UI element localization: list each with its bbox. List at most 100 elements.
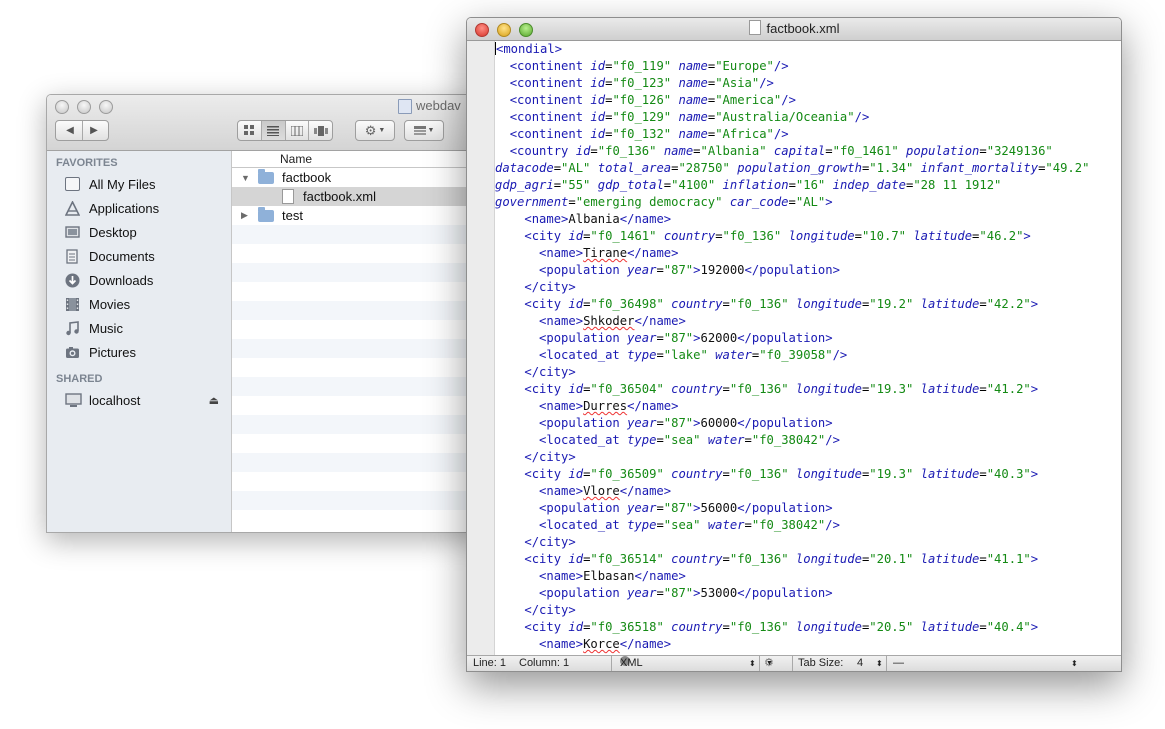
forward-button[interactable]: ▶ [83,121,106,140]
sidebar-item-all-my-files[interactable]: All My Files [47,172,231,196]
code-line[interactable]: government="emerging democracy" car_code… [495,194,1121,211]
code-line[interactable]: </city> [495,364,1121,381]
code-line[interactable]: <continent id="f0_132" name="Africa"/> [495,126,1121,143]
sidebar-item-pictures[interactable]: Pictures [47,340,231,364]
empty-row [232,225,483,244]
list-item-factbook-folder[interactable]: ▼ factbook [232,168,483,187]
zoom-icon[interactable] [99,100,113,114]
sidebar-item-label: All My Files [89,176,156,192]
action-menu-button[interactable]: ⚙ ▼ [355,120,395,141]
code-line[interactable]: <located_at type="sea" water="f0_38042"/… [495,517,1121,534]
empty-row [232,244,483,263]
code-line[interactable]: </city> [495,449,1121,466]
chevron-down-icon: ▼ [427,127,435,134]
code-line[interactable]: <continent id="f0_119" name="Europe"/> [495,58,1121,75]
code-line[interactable]: gdp_agri="55" gdp_total="4100" inflation… [495,177,1121,194]
empty-row [232,282,483,301]
sidebar-item-documents[interactable]: Documents [47,244,231,268]
icon-view-button[interactable] [238,121,262,140]
code-line[interactable]: <located_at type="sea" water="f0_38042"/… [495,432,1121,449]
code-line[interactable]: <mondial> [495,41,1121,58]
sidebar-item-localhost[interactable]: localhost ⏏ [47,388,231,412]
code-line[interactable]: <name>Shkoder</name> [495,313,1121,330]
favorites-header: FAVORITES [56,157,118,169]
code-line[interactable]: <population year="87">192000</population… [495,262,1121,279]
chevron-down-icon: ▼ [766,660,773,667]
tab-size-arrows-icon[interactable]: ⬍ [876,656,883,671]
coverflow-view-button[interactable] [309,121,332,140]
file-list-rows: ▼ factbook factbook.xml ▶ test [232,168,483,510]
code-line[interactable]: <name>Elbasan</name> [495,568,1121,585]
minimize-icon[interactable] [497,23,511,37]
code-line[interactable]: <name>Tirane</name> [495,245,1121,262]
function-menu[interactable]: — [893,656,904,671]
sidebar-item-desktop[interactable]: Desktop [47,220,231,244]
arrange-menu-button[interactable]: ▼ [404,120,444,141]
empty-row [232,377,483,396]
webdav-volume-icon [398,99,412,114]
code-line[interactable]: </city> [495,534,1121,551]
empty-row [232,358,483,377]
code-line[interactable]: <city id="f0_36518" country="f0_136" lon… [495,619,1121,636]
sidebar-item-label: Downloads [89,272,154,288]
column-view-button[interactable] [286,121,310,140]
line-gutter[interactable] [467,41,495,655]
eject-icon[interactable]: ⏏ [209,394,219,407]
syntax-menu-arrows-icon[interactable]: ⬍ [749,656,756,671]
code-line[interactable]: <city id="f0_36504" country="f0_136" lon… [495,381,1121,398]
tab-size-value[interactable]: 4 [857,656,863,671]
code-line[interactable]: </city> [495,602,1121,619]
folder-icon [258,168,274,184]
sidebar-item-downloads[interactable]: Downloads [47,268,231,292]
disclosure-triangle-icon[interactable]: ▶ [241,210,248,221]
minimize-icon[interactable] [77,100,91,114]
code-line[interactable]: <city id="f0_36514" country="f0_136" lon… [495,551,1121,568]
code-line[interactable]: <continent id="f0_123" name="Asia"/> [495,75,1121,92]
list-item-factbook-xml[interactable]: factbook.xml [232,187,483,206]
divider [792,656,793,671]
documents-icon [65,248,80,264]
code-line[interactable]: <city id="f0_36509" country="f0_136" lon… [495,466,1121,483]
icon-view-icon [243,125,254,135]
sidebar-item-applications[interactable]: Applications [47,196,231,220]
back-button[interactable]: ◀ [59,121,83,140]
sidebar-item-label: Music [89,320,123,336]
disclosure-triangle-icon[interactable]: ▼ [241,173,250,183]
code-line[interactable]: <name>Vlore</name> [495,483,1121,500]
close-icon[interactable] [55,100,69,114]
code-line[interactable]: <continent id="f0_126" name="America"/> [495,92,1121,109]
code-line[interactable]: <population year="87">62000</population> [495,330,1121,347]
editor-statusbar: Line: 1 Column: 1 XML ⬍ ⚙ ▼ Tab Size: 4 ⬍… [467,655,1121,671]
divider [886,656,887,671]
sidebar-item-label: Applications [89,200,160,216]
code-line[interactable]: <located_at type="lake" water="f0_39058"… [495,347,1121,364]
code-line[interactable]: <continent id="f0_129" name="Australia/O… [495,109,1121,126]
applications-icon [64,199,81,216]
code-line[interactable]: <city id="f0_1461" country="f0_136" long… [495,228,1121,245]
code-line[interactable]: <name>Albania</name> [495,211,1121,228]
finder-toolbar: webdav ◀ ▶ ⚙ ▼ ▼ [47,95,483,151]
empty-row [232,301,483,320]
column-header-name[interactable]: Name [232,151,483,168]
zoom-icon[interactable] [519,23,533,37]
finder-sidebar: FAVORITES All My Files Applications Desk… [47,151,232,532]
code-line[interactable]: <city id="f0_36498" country="f0_136" lon… [495,296,1121,313]
empty-row [232,453,483,472]
sidebar-item-music[interactable]: Music [47,316,231,340]
code-line[interactable]: <name>Durres</name> [495,398,1121,415]
code-line[interactable]: <population year="87">60000</population> [495,415,1121,432]
list-item-test-folder[interactable]: ▶ test [232,206,483,225]
sidebar-item-movies[interactable]: Movies [47,292,231,316]
code-line[interactable]: </city> [495,279,1121,296]
list-view-button[interactable] [261,121,286,140]
code-line[interactable]: <population year="87">53000</population> [495,585,1121,602]
function-menu-arrows-icon[interactable]: ⬍ [1071,656,1078,671]
document-icon [282,189,294,204]
code-line[interactable]: <population year="87">56000</population> [495,500,1121,517]
close-icon[interactable] [475,23,489,37]
pictures-icon [65,345,80,360]
code-editor[interactable]: <mondial> <continent id="f0_119" name="E… [495,41,1121,655]
code-line[interactable]: <country id="f0_136" name="Albania" capi… [495,143,1121,160]
code-line[interactable]: datacode="AL" total_area="28750" populat… [495,160,1121,177]
code-line[interactable]: <name>Korce</name> [495,636,1121,653]
